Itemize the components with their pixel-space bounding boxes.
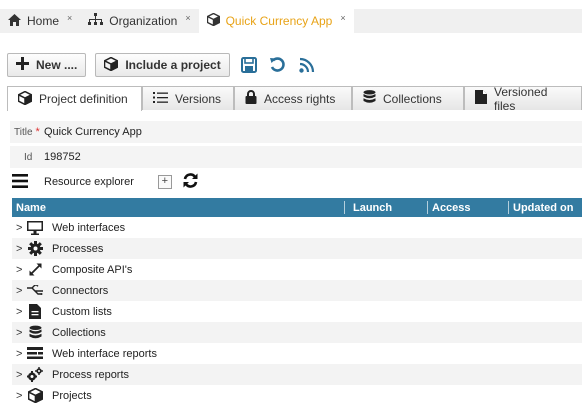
document-icon [26, 304, 44, 320]
list-icon [153, 91, 168, 107]
chevron-right-icon[interactable]: > [16, 222, 26, 234]
tree-item-label: Connectors [52, 284, 109, 297]
tree-item-label: Web interfaces [52, 221, 126, 234]
tree-item-web-interface-reports[interactable]: > Web interface reports [12, 343, 582, 364]
chevron-right-icon[interactable]: > [16, 348, 26, 360]
tree-item-label: Collections [52, 326, 106, 339]
tree-item-label: Process reports [52, 368, 130, 381]
tree-item-label: Composite API's [52, 263, 133, 276]
title-label: Title * [14, 126, 40, 138]
tree-item-label: Projects [52, 389, 92, 402]
column-updated-on[interactable]: Updated on [509, 198, 582, 217]
tab-versioned-files[interactable]: Versioned files [464, 84, 582, 113]
column-access[interactable]: Access [428, 198, 509, 217]
tree-item-processes[interactable]: > Processes [12, 238, 582, 259]
tab-home-label: Home [27, 14, 60, 28]
gear-icon [26, 241, 44, 257]
database-icon [26, 325, 44, 341]
include-project-label: Include a project [125, 58, 221, 72]
save-icon[interactable] [239, 55, 259, 75]
refresh-icon[interactable] [268, 55, 288, 75]
tab-organization-label: Organization [109, 14, 178, 28]
hamburger-menu-icon[interactable] [12, 173, 28, 191]
new-button[interactable]: New .... [7, 53, 87, 77]
tree-item-collections[interactable]: > Collections [12, 322, 582, 343]
database-icon [363, 90, 376, 107]
column-name[interactable]: Name [12, 198, 345, 217]
project-tab-bar: Project definition Versions Access right… [7, 84, 582, 113]
tab-collections-label: Collections [383, 91, 442, 106]
tab-organization-close-icon[interactable]: × [185, 13, 190, 23]
tab-access-rights-label: Access rights [264, 91, 336, 106]
gears-icon [26, 367, 44, 383]
chevron-right-icon[interactable]: > [16, 327, 26, 339]
id-row: Id 198752 [10, 146, 582, 168]
cube-icon [17, 90, 33, 108]
title-field[interactable]: Quick Currency App [40, 126, 142, 138]
lock-icon [245, 90, 257, 107]
report-icon [26, 346, 44, 362]
cube-icon [206, 12, 220, 29]
file-icon [475, 90, 487, 107]
id-value: 198752 [44, 151, 81, 163]
connector-icon [26, 283, 44, 299]
column-launch[interactable]: Launch [349, 198, 428, 217]
monitor-icon [26, 220, 44, 236]
tree-item-projects[interactable]: > Projects [12, 385, 582, 406]
resource-grid-header: Name Launch Access Updated on [12, 198, 582, 217]
resource-explorer-title: Resource explorer [44, 176, 134, 188]
resource-explorer-header: Resource explorer + [12, 172, 199, 192]
tree-item-process-reports[interactable]: > Process reports [12, 364, 582, 385]
expand-arrows-icon [26, 262, 44, 278]
tab-quick-currency-app[interactable]: Quick Currency App × [198, 9, 354, 33]
id-label: Id [24, 151, 33, 163]
tree-item-composite-apis[interactable]: > Composite API's [12, 259, 582, 280]
tab-project-definition[interactable]: Project definition [7, 86, 142, 111]
chevron-right-icon[interactable]: > [16, 285, 26, 297]
chevron-right-icon[interactable]: > [16, 243, 26, 255]
tab-home[interactable]: Home × [0, 9, 80, 33]
cube-icon [104, 56, 119, 74]
tree-item-connectors[interactable]: > Connectors [12, 280, 582, 301]
home-icon [8, 13, 21, 29]
tree-item-web-interfaces[interactable]: > Web interfaces [12, 217, 582, 238]
tab-versions[interactable]: Versions [142, 86, 234, 110]
tab-home-close-icon[interactable]: × [67, 13, 72, 23]
tree-item-label: Custom lists [52, 305, 112, 318]
title-row: Title * Quick Currency App [10, 121, 582, 143]
chevron-right-icon[interactable]: > [16, 264, 26, 276]
sync-icon[interactable] [182, 172, 199, 192]
top-tab-bar: Home × Organization × Quick Currency App… [0, 9, 582, 33]
chevron-right-icon[interactable]: > [16, 369, 26, 381]
rss-icon[interactable] [297, 55, 317, 75]
chevron-right-icon[interactable]: > [16, 390, 26, 402]
plus-icon [16, 57, 29, 73]
add-resource-button[interactable]: + [157, 175, 172, 189]
tree-item-label: Web interface reports [52, 347, 157, 360]
tab-collections[interactable]: Collections [352, 86, 464, 110]
tab-quick-currency-app-label: Quick Currency App [225, 14, 333, 28]
include-project-button[interactable]: Include a project [95, 53, 230, 77]
tab-quick-currency-app-close-icon[interactable]: × [340, 13, 345, 23]
cube-icon [26, 388, 44, 404]
tab-organization[interactable]: Organization × [80, 9, 198, 33]
tab-access-rights[interactable]: Access rights [234, 86, 352, 110]
organization-icon [88, 13, 104, 29]
tab-project-definition-label: Project definition [39, 92, 128, 106]
resource-tree: > Web interfaces > Processes > Composite… [12, 217, 582, 406]
tab-versions-label: Versions [175, 91, 222, 106]
tree-item-custom-lists[interactable]: > Custom lists [12, 301, 582, 322]
chevron-right-icon[interactable]: > [16, 306, 26, 318]
toolbar: New .... Include a project [7, 53, 317, 77]
new-button-label: New .... [36, 58, 78, 72]
tab-versioned-files-label: Versioned files [494, 84, 548, 113]
tree-item-label: Processes [52, 242, 104, 255]
